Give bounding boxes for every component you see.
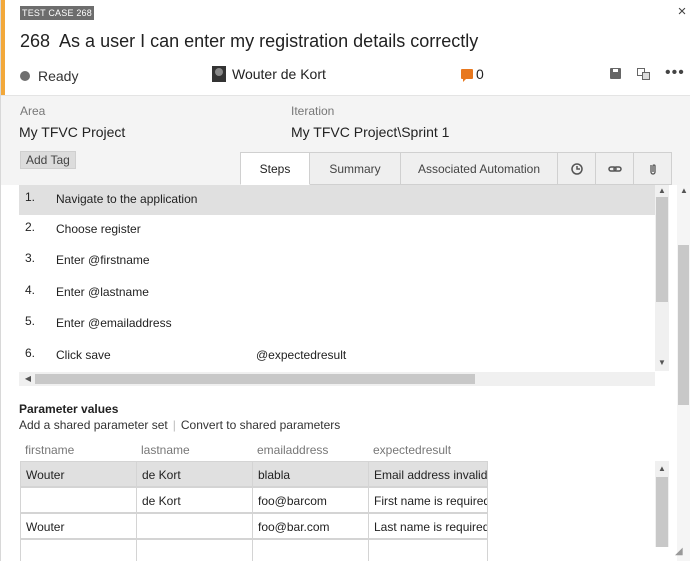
step-action[interactable]: Choose register [56,222,141,236]
attachment-icon [649,163,656,175]
scrollbar-thumb[interactable] [656,197,668,302]
param-column-header: lastname [141,443,190,457]
param-column-header: firstname [25,443,75,457]
steps-vertical-scrollbar[interactable]: ▲ ▼ [655,185,669,371]
add-shared-parameter-set-link[interactable]: Add a shared parameter set [19,418,168,432]
param-cell[interactable] [20,539,137,561]
param-cell[interactable]: Wouter [20,461,137,487]
scroll-left-icon[interactable]: ◀ [21,373,35,385]
tab-associated-automation[interactable]: Associated Automation [401,152,558,185]
step-number: 2. [25,220,36,234]
parameter-actions: Add a shared parameter set | Convert to sh… [19,418,340,432]
step-number: 3. [25,251,36,265]
param-cell[interactable]: de Kort [136,487,253,513]
work-item-title-text[interactable]: As a user I can enter my registration de… [59,31,478,51]
param-cell[interactable] [368,539,488,561]
step-action[interactable]: Enter @firstname [56,253,150,267]
param-cell[interactable] [20,487,137,513]
step-number: 1. [25,190,36,204]
test-case-dialog: TEST CASE 268 × 268 As a user I can enter… [0,0,690,561]
tab-attachments[interactable] [634,152,672,185]
tab-summary[interactable]: Summary [310,152,401,185]
step-expected-result[interactable]: @expectedresult [256,348,346,362]
save-icon[interactable] [608,66,624,82]
scrollbar-thumb[interactable] [656,477,668,547]
copy-icon[interactable] [636,66,652,82]
add-tag-button[interactable]: Add Tag [20,151,76,169]
param-cell[interactable]: blabla [252,461,369,487]
tab-bar: Steps Summary Associated Automation [240,152,672,185]
param-cell[interactable]: Last name is required [368,513,488,539]
iteration-field[interactable]: My TFVC Project\Sprint 1 [291,124,449,140]
table-row[interactable]: de Kort foo@barcom First name is require… [20,487,488,513]
step-action[interactable]: Enter @emailaddress [56,316,172,330]
tab-steps[interactable]: Steps [240,152,310,185]
area-label: Area [20,104,46,118]
step-row[interactable]: 6. Click save @expectedresult [19,341,655,371]
work-item-header: TEST CASE 268 × 268 As a user I can enter… [1,0,690,95]
work-item-id: 268 [20,31,51,51]
avatar [212,66,226,82]
param-column-header: emailaddress [257,443,329,457]
work-item-fields: Area My TFVC Project Iteration My TFVC P… [1,95,690,185]
param-cell[interactable]: Email address invalid [368,461,488,487]
step-action[interactable]: Enter @lastname [56,285,149,299]
step-row[interactable]: 4. Enter @lastname [19,278,655,308]
close-button[interactable]: × [675,4,689,20]
assigned-to-field[interactable]: Wouter de Kort [212,66,326,82]
assigned-to-name: Wouter de Kort [232,66,326,82]
param-cell[interactable]: First name is required [368,487,488,513]
param-cell[interactable]: foo@bar.com [252,513,369,539]
work-item-title[interactable]: 268 As a user I can enter my registration… [20,31,478,52]
scroll-up-icon[interactable]: ▲ [655,185,669,197]
step-number: 6. [25,346,36,360]
convert-to-shared-parameters-link[interactable]: Convert to shared parameters [181,418,340,432]
step-row[interactable]: 2. Choose register [19,215,655,245]
discussion-count[interactable]: 0 [461,66,484,82]
param-cell[interactable]: Wouter [20,513,137,539]
step-number: 5. [25,314,36,328]
work-item-type-badge: TEST CASE 268 [20,6,94,20]
iteration-label: Iteration [291,104,335,118]
history-icon [570,162,583,175]
param-cell[interactable] [136,513,253,539]
param-cell[interactable]: de Kort [136,461,253,487]
scroll-up-icon[interactable]: ▲ [677,185,690,197]
scroll-up-icon[interactable]: ▲ [655,463,669,475]
table-row[interactable] [20,539,488,561]
area-field[interactable]: My TFVC Project [19,124,125,140]
step-action[interactable]: Click save [56,348,111,362]
state-field[interactable]: Ready [20,68,78,84]
param-cell[interactable]: foo@barcom [252,487,369,513]
step-row[interactable]: 5. Enter @emailaddress [19,309,655,339]
comment-icon [461,69,473,82]
link-icon [607,165,622,172]
step-number: 4. [25,283,36,297]
scrollbar-thumb[interactable] [678,245,689,405]
parameter-values-heading: Parameter values [19,402,119,416]
comment-count: 0 [476,66,484,82]
tab-links[interactable] [596,152,634,185]
step-action[interactable]: Navigate to the application [56,192,197,206]
state-value: Ready [38,68,79,84]
form-vertical-scrollbar[interactable]: ▲ [677,185,690,561]
resize-grip-icon[interactable]: ◢ [675,546,687,558]
step-row[interactable]: 3. Enter @firstname [19,246,655,276]
scrollbar-thumb[interactable] [35,374,475,384]
parameters-vertical-scrollbar[interactable]: ▲ [655,461,669,547]
param-cell[interactable] [252,539,369,561]
table-row[interactable]: Wouter de Kort blabla Email address inva… [20,461,488,487]
link-separator: | [172,418,176,432]
tab-history[interactable] [558,152,596,185]
steps-horizontal-scrollbar[interactable]: ◀ [19,372,655,386]
step-row[interactable]: 1. Navigate to the application [19,185,655,215]
param-cell[interactable] [136,539,253,561]
more-actions-icon[interactable]: ••• [665,65,687,82]
param-column-header: expectedresult [373,443,452,457]
table-row[interactable]: Wouter foo@bar.com Last name is required [20,513,488,539]
steps-grid: 1. Navigate to the application 2. Choose… [19,185,655,371]
state-dot-icon [20,71,30,81]
scroll-down-icon[interactable]: ▼ [655,357,669,369]
